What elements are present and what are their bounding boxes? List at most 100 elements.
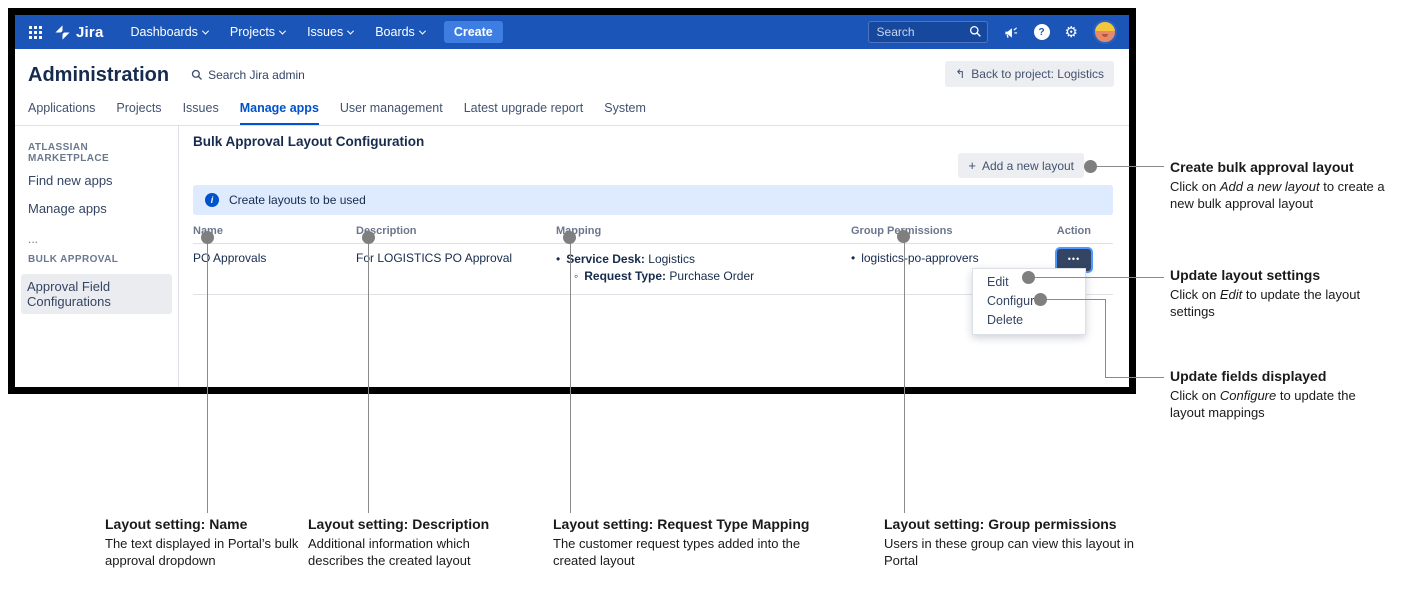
sidebar-item-approval-field-configurations[interactable]: Approval Field Configurations	[21, 274, 172, 314]
annotation-dot-group	[897, 230, 910, 243]
info-icon: i	[205, 193, 219, 207]
bullet-icon: •	[556, 252, 561, 266]
search-icon	[969, 25, 981, 37]
main-content: Bulk Approval Layout Configuration + Add…	[179, 126, 1129, 387]
column-header-action: Action	[1056, 225, 1091, 237]
nav-issues-label: Issues	[307, 25, 344, 39]
tab-system[interactable]: System	[604, 101, 646, 125]
annotation-dot-configure	[1034, 293, 1047, 306]
mapping-request-type: ◦ Request Type: Purchase Order	[556, 268, 851, 285]
sidebar-item-manage-apps[interactable]: Manage apps	[28, 201, 172, 216]
sidebar-heading-bulk-approval: BULK APPROVAL	[28, 254, 119, 265]
menu-item-configure[interactable]: Configure	[973, 292, 1085, 311]
admin-search[interactable]: Search Jira admin	[191, 68, 305, 82]
search-icon	[191, 69, 203, 80]
nav-projects[interactable]: Projects	[229, 25, 287, 39]
connector-line-mapping	[570, 243, 571, 513]
tab-issues[interactable]: Issues	[183, 101, 219, 125]
chevron-down-icon	[347, 27, 355, 35]
connector-line-configure-v	[1105, 299, 1106, 378]
admin-body: ATLASSIAN MARKETPLACE Find new apps Mana…	[15, 126, 1129, 387]
admin-tabs: Applications Projects Issues Manage apps…	[15, 101, 1129, 126]
annotation-body: Additional information which describes t…	[308, 536, 471, 568]
content-title: Bulk Approval Layout Configuration	[193, 134, 425, 149]
tab-applications[interactable]: Applications	[28, 101, 95, 125]
annotation-setting-mapping: Layout setting: Request Type Mapping The…	[553, 516, 838, 569]
annotation-dot-edit	[1022, 271, 1035, 284]
nav-boards[interactable]: Boards	[375, 25, 426, 39]
annotation-title: Layout setting: Group permissions	[884, 516, 1117, 532]
column-header-description: Description	[356, 225, 417, 237]
connector-line-add-layout	[1096, 166, 1164, 167]
jira-logo[interactable]: Jira	[54, 24, 104, 41]
brand-name: Jira	[76, 23, 104, 41]
sidebar-heading-marketplace: ATLASSIAN MARKETPLACE	[28, 142, 110, 164]
mapping-service-desk: • Service Desk: Logistics	[556, 251, 851, 268]
annotation-title: Layout setting: Request Type Mapping	[553, 516, 810, 532]
announcements-icon[interactable]	[1003, 25, 1019, 40]
annotation-title: Layout setting: Name	[105, 516, 248, 532]
annotation-setting-description: Layout setting: Description Additional i…	[308, 516, 513, 569]
connector-line-configure-h2	[1105, 377, 1164, 378]
connector-line-configure-h1	[1046, 299, 1105, 300]
cell-description: For LOGISTICS PO Approval	[356, 251, 513, 265]
top-navbar: Jira Dashboards Projects Issues Boards C…	[15, 15, 1129, 49]
nav-projects-label: Projects	[229, 25, 276, 39]
annotation-body: The text displayed in Portal’s bulk appr…	[105, 536, 299, 568]
annotation-setting-group: Layout setting: Group permissions Users …	[884, 516, 1134, 569]
bullet-icon: •	[851, 251, 856, 265]
info-banner-text: Create layouts to be used	[229, 193, 366, 207]
column-header-mapping: Mapping	[556, 225, 602, 237]
annotation-dot-add-layout	[1084, 160, 1097, 173]
request-type-label: Request Type:	[584, 269, 667, 283]
annotation-body: Click on Edit to update the layout setti…	[1170, 287, 1361, 319]
navbar-search	[867, 21, 988, 43]
annotation-dot-name	[201, 231, 214, 244]
back-to-project-button[interactable]: ↰ Back to project: Logistics	[945, 61, 1114, 87]
user-avatar[interactable]	[1093, 20, 1117, 44]
cell-name: PO Approvals	[193, 251, 267, 265]
cell-mapping: • Service Desk: Logistics ◦ Request Type: …	[556, 251, 851, 285]
settings-gear-icon[interactable]: ⚙	[1065, 25, 1078, 40]
annotation-dot-description	[362, 231, 375, 244]
chevron-down-icon	[418, 27, 426, 35]
tab-latest-upgrade-report[interactable]: Latest upgrade report	[464, 101, 584, 125]
connector-line-edit	[1034, 277, 1164, 278]
annotation-setting-name: Layout setting: Name The text displayed …	[105, 516, 305, 569]
menu-item-delete[interactable]: Delete	[973, 311, 1085, 330]
annotation-title: Update fields displayed	[1170, 368, 1327, 384]
admin-search-label: Search Jira admin	[208, 68, 305, 82]
annotation-create-layout: Create bulk approval layout Click on Add…	[1170, 159, 1385, 212]
annotation-body: Users in these group can view this layou…	[884, 536, 1135, 568]
annotation-title: Update layout settings	[1170, 267, 1321, 283]
tab-projects[interactable]: Projects	[116, 101, 161, 125]
help-icon[interactable]: ?	[1033, 24, 1050, 40]
add-button-label: Add a new layout	[981, 158, 1074, 173]
nav-dashboards[interactable]: Dashboards	[130, 25, 209, 39]
app-switcher-icon[interactable]	[29, 25, 42, 39]
annotation-body: The customer request types added into th…	[553, 536, 801, 568]
jira-mark-icon	[55, 24, 70, 40]
tab-manage-apps[interactable]: Manage apps	[239, 101, 319, 125]
back-button-label: Back to project: Logistics	[971, 67, 1104, 81]
info-banner: i Create layouts to be used	[193, 185, 1113, 215]
annotation-body: Click on Configure to update the layout …	[1170, 388, 1356, 420]
annotation-title: Create bulk approval layout	[1170, 159, 1354, 175]
tab-user-management[interactable]: User management	[340, 101, 443, 125]
page-title: Administration	[28, 63, 170, 86]
add-new-layout-button[interactable]: + Add a new layout	[958, 153, 1084, 178]
nav-dashboards-label: Dashboards	[130, 25, 198, 39]
column-header-name: Name	[193, 225, 356, 237]
navbar-right: ? ⚙	[867, 20, 1117, 44]
sidebar-item-find-new-apps[interactable]: Find new apps	[28, 173, 172, 188]
screenshot-frame: Jira Dashboards Projects Issues Boards C…	[8, 8, 1136, 394]
page: Jira Dashboards Projects Issues Boards C…	[0, 0, 1421, 598]
nav-issues[interactable]: Issues	[307, 25, 355, 39]
service-desk-value: Logistics	[648, 252, 695, 266]
group-permissions-value: logistics-po-approvers	[861, 251, 979, 265]
admin-header: Administration Search Jira admin ↰ Back …	[15, 49, 1129, 101]
annotation-body: Click on Add a new layout to create a ne…	[1170, 179, 1385, 211]
request-type-value: Purchase Order	[669, 269, 755, 283]
create-button[interactable]: Create	[443, 21, 503, 43]
sub-bullet-icon: ◦	[574, 269, 579, 283]
